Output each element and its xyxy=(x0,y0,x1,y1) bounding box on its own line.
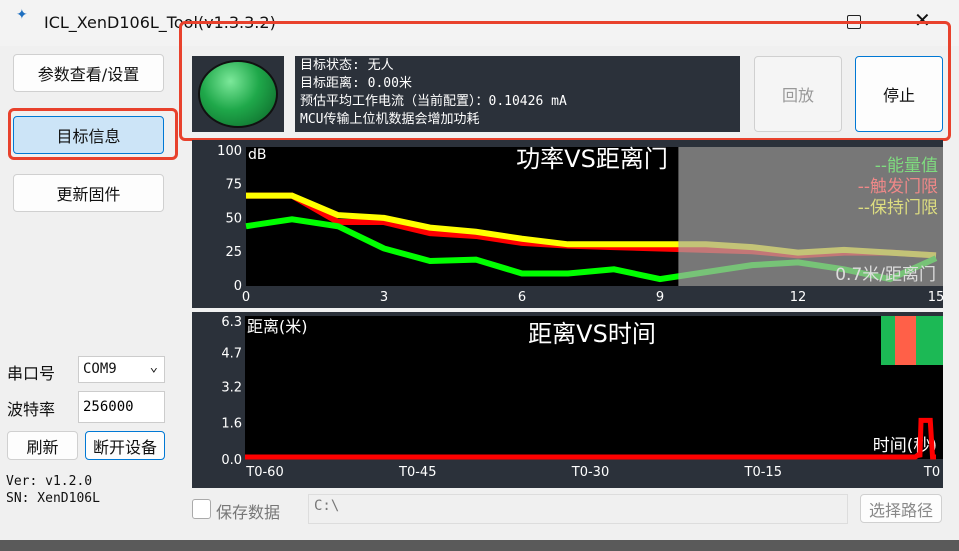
x-tick-label: T0-15 xyxy=(744,465,782,480)
legend-entry: --触发门限 xyxy=(858,177,938,197)
save-data-label: 保存数据 xyxy=(216,503,281,522)
target-info-highlight xyxy=(8,108,178,160)
disconnect-button[interactable]: 断开设备 xyxy=(85,431,165,460)
y-tick-label: 0.0 xyxy=(221,453,242,468)
y-tick-label: 25 xyxy=(225,245,242,260)
x-axis-label: 0.7米/距离门 xyxy=(835,265,936,285)
y-tick-label: 6.3 xyxy=(221,315,242,330)
x-tick-label: 9 xyxy=(656,290,664,305)
y-tick-label: 100 xyxy=(217,144,242,159)
x-tick-label: T0-45 xyxy=(398,465,436,480)
taskbar-strip xyxy=(0,540,959,551)
status-bar-green xyxy=(916,316,943,365)
x-tick-label: 6 xyxy=(518,290,526,305)
port-select[interactable]: COM9 ⌄ xyxy=(78,356,165,383)
app-logo-icon: ✦ xyxy=(16,7,28,23)
x-tick-label: 3 xyxy=(380,290,388,305)
baud-input[interactable] xyxy=(78,391,165,423)
x-axis-label: 时间(秒) xyxy=(873,436,937,456)
x-tick-label: 15 xyxy=(928,290,943,305)
save-data-checkbox[interactable] xyxy=(192,499,211,519)
y-tick-label: 4.7 xyxy=(221,346,242,361)
chart-title: 功率VS距离门 xyxy=(516,145,668,173)
y-axis-label: 距离(米) xyxy=(247,317,308,336)
status-highlight xyxy=(179,21,951,141)
choose-path-button[interactable]: 选择路径 xyxy=(860,494,942,523)
legend-entry: --能量值 xyxy=(875,156,938,176)
y-axis-label: dB xyxy=(248,147,267,163)
distance-vs-time-chart: 6.3 4.7 3.2 1.6 0.0T0-60 T0-45 T0-30 T0-15 T0 距离(… xyxy=(192,312,943,488)
x-tick-label: 12 xyxy=(790,290,807,305)
x-tick-label: T0 xyxy=(923,465,940,480)
params-button[interactable]: 参数查看/设置 xyxy=(13,54,164,92)
x-tick-label: T0-60 xyxy=(245,465,283,480)
sn-text: SN: XenD106L xyxy=(6,491,100,506)
y-tick-label: 50 xyxy=(225,211,242,226)
port-label: 串口号 xyxy=(7,364,56,383)
path-input[interactable]: C:\ xyxy=(308,494,848,524)
chart-title: 距离VS时间 xyxy=(528,320,656,348)
legend-entry: --保持门限 xyxy=(858,198,938,218)
y-tick-label: 0 xyxy=(234,279,242,294)
x-tick-label: T0-30 xyxy=(571,465,609,480)
y-tick-label: 1.6 xyxy=(221,417,242,432)
update-firmware-button[interactable]: 更新固件 xyxy=(13,174,164,212)
status-bar-green xyxy=(881,316,895,365)
power-vs-gate-chart: 100 75 50 25 00 3 6 9 12 15 dB 功率VS距离门 0.7米/距离门 --能量值… xyxy=(192,140,943,308)
chevron-down-icon: ⌄ xyxy=(149,359,158,375)
x-tick-label: 0 xyxy=(242,290,250,305)
baud-label: 波特率 xyxy=(7,400,56,419)
version-text: Ver: v1.2.0 xyxy=(6,474,93,489)
port-value: COM9 xyxy=(83,361,117,377)
y-tick-label: 75 xyxy=(225,178,242,193)
y-tick-label: 3.2 xyxy=(221,380,242,395)
refresh-button[interactable]: 刷新 xyxy=(7,431,78,460)
status-bar-red xyxy=(895,316,916,365)
